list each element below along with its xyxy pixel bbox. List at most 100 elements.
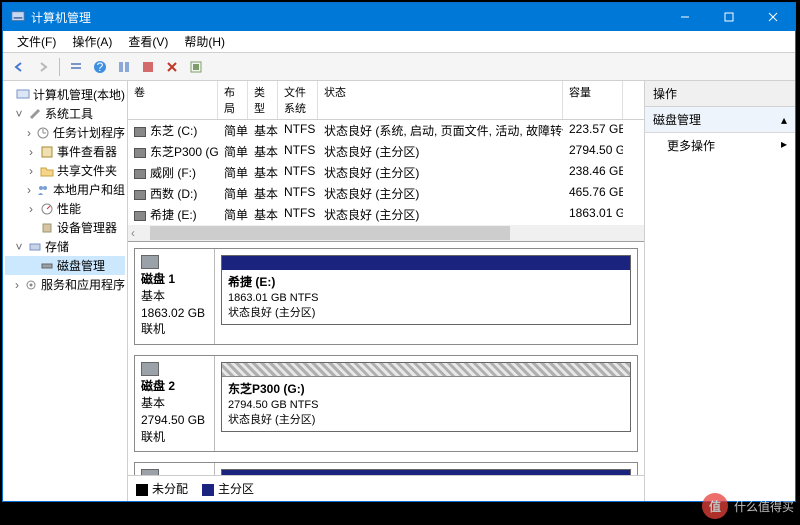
volume-layout: 简单	[218, 121, 248, 140]
perf-icon	[40, 202, 54, 216]
disk-icon	[40, 259, 54, 273]
volume-name: 东芝 (C:)	[150, 124, 197, 138]
col-status[interactable]: 状态	[318, 81, 563, 119]
disk-info: 磁盘 3基本465.76 GB联机	[135, 463, 215, 475]
tree-label: 服务和应用程序	[41, 276, 125, 293]
volume-icon	[134, 127, 146, 137]
partition-text: 希捷 (E:)1863.01 GB NTFS状态良好 (主分区)	[222, 270, 630, 325]
volume-row[interactable]: 希捷 (E:)简单基本NTFS状态良好 (主分区)1863.01 GB	[128, 204, 644, 225]
volume-capacity: 1863.01 GB	[563, 205, 623, 224]
refresh-icon[interactable]	[114, 57, 134, 77]
tree-root[interactable]: 计算机管理(本地)	[5, 85, 125, 104]
h-scrollbar[interactable]: ‹	[128, 225, 644, 241]
tree-system-tools[interactable]: ˅系统工具	[5, 104, 125, 123]
col-fs[interactable]: 文件系统	[278, 81, 318, 119]
partition-text: 东芝P300 (G:)2794.50 GB NTFS状态良好 (主分区)	[222, 377, 630, 432]
partition-bar	[222, 363, 630, 377]
disk-label: 磁盘 1	[141, 271, 208, 288]
tree-local-users[interactable]: ›本地用户和组	[5, 180, 125, 199]
delete-icon[interactable]	[162, 57, 182, 77]
computer-icon	[16, 88, 30, 102]
disk-icon	[141, 255, 159, 269]
tree-label: 任务计划程序	[53, 124, 125, 141]
actions-more[interactable]: 更多操作▸	[645, 133, 795, 158]
partition[interactable]: 东芝P300 (G:)2794.50 GB NTFS状态良好 (主分区)	[221, 362, 631, 432]
disk-icon	[141, 362, 159, 376]
volume-row[interactable]: 东芝 (C:)简单基本NTFS状态良好 (系统, 启动, 页面文件, 活动, 故…	[128, 120, 644, 141]
svg-text:?: ?	[97, 60, 104, 74]
volume-fs: NTFS	[278, 121, 318, 140]
window-title: 计算机管理	[31, 9, 663, 26]
disk-size: 1863.02 GB	[141, 305, 208, 322]
disk-label: 磁盘 2	[141, 378, 208, 395]
tree-label: 计算机管理(本地)	[33, 86, 125, 103]
volume-name: 威刚 (F:)	[150, 166, 196, 180]
tree-disk-management[interactable]: 磁盘管理	[5, 256, 125, 275]
tree-performance[interactable]: ›性能	[5, 199, 125, 218]
volume-header[interactable]: 卷 布局 类型 文件系统 状态 容量	[128, 81, 644, 120]
disk-row[interactable]: 磁盘 1基本1863.02 GB联机希捷 (E:)1863.01 GB NTFS…	[134, 248, 638, 345]
toolbar: ?	[3, 53, 795, 81]
menu-action[interactable]: 操作(A)	[64, 31, 120, 52]
maximize-button[interactable]	[707, 3, 751, 31]
tree-label: 性能	[57, 200, 81, 217]
menu-view[interactable]: 查看(V)	[120, 31, 176, 52]
col-type[interactable]: 类型	[248, 81, 278, 119]
disk-info: 磁盘 2基本2794.50 GB联机	[135, 356, 215, 451]
partition[interactable]: 希捷 (E:)1863.01 GB NTFS状态良好 (主分区)	[221, 255, 631, 325]
users-icon	[36, 183, 50, 197]
tree-event-viewer[interactable]: ›事件查看器	[5, 142, 125, 161]
watermark: 值 什么值得买	[702, 493, 794, 519]
volume-row[interactable]: 威刚 (F:) 简单基本NTFS状态良好 (主分区)238.46 GB	[128, 162, 644, 183]
minimize-button[interactable]	[663, 3, 707, 31]
disk-row[interactable]: 磁盘 2基本2794.50 GB联机东芝P300 (G:)2794.50 GB …	[134, 355, 638, 452]
disk-graphical-view[interactable]: 磁盘 1基本1863.02 GB联机希捷 (E:)1863.01 GB NTFS…	[128, 242, 644, 475]
volume-type: 基本	[248, 163, 278, 182]
actions-section[interactable]: 磁盘管理▴	[645, 107, 795, 133]
tree-shared-folders[interactable]: ›共享文件夹	[5, 161, 125, 180]
volume-layout: 简单	[218, 184, 248, 203]
volume-status: 状态良好 (主分区)	[318, 163, 563, 182]
col-layout[interactable]: 布局	[218, 81, 248, 119]
disk-info: 磁盘 1基本1863.02 GB联机	[135, 249, 215, 344]
volume-fs: NTFS	[278, 142, 318, 161]
help-icon[interactable]: ?	[90, 57, 110, 77]
disk-kind: 基本	[141, 288, 208, 305]
disk-row[interactable]: 磁盘 3基本465.76 GB联机西数 (D:)465.76 GB NTFS状态…	[134, 462, 638, 475]
col-volume[interactable]: 卷	[128, 81, 218, 119]
watermark-text: 什么值得买	[734, 498, 794, 515]
title-bar[interactable]: 计算机管理	[3, 3, 795, 31]
forward-button[interactable]	[33, 57, 53, 77]
volume-capacity: 238.46 GB	[563, 163, 623, 182]
col-capacity[interactable]: 容量	[563, 81, 623, 119]
volume-row[interactable]: 西数 (D:)简单基本NTFS状态良好 (主分区)465.76 GB	[128, 183, 644, 204]
legend-swatch-unallocated	[136, 484, 148, 496]
tree-label: 本地用户和组	[53, 181, 125, 198]
volume-layout: 简单	[218, 163, 248, 182]
volume-fs: NTFS	[278, 163, 318, 182]
actions-header: 操作	[645, 81, 795, 107]
menu-help[interactable]: 帮助(H)	[176, 31, 233, 52]
save-icon[interactable]	[138, 57, 158, 77]
volume-row[interactable]: 东芝P300 (G:)简单基本NTFS状态良好 (主分区)2794.50 GB	[128, 141, 644, 162]
view-button[interactable]	[66, 57, 86, 77]
tree-device-manager[interactable]: 设备管理器	[5, 218, 125, 237]
close-button[interactable]	[751, 3, 795, 31]
tree-task-scheduler[interactable]: ›任务计划程序	[5, 123, 125, 142]
folder-icon	[40, 164, 54, 178]
tree-label: 存储	[45, 238, 69, 255]
tree-storage[interactable]: ˅存储	[5, 237, 125, 256]
back-button[interactable]	[9, 57, 29, 77]
tree-label: 设备管理器	[57, 219, 117, 236]
tree-services-apps[interactable]: ›服务和应用程序	[5, 275, 125, 294]
volume-icon	[134, 148, 146, 158]
legend: 未分配 主分区	[128, 475, 644, 501]
volume-type: 基本	[248, 142, 278, 161]
app-window: 计算机管理 文件(F) 操作(A) 查看(V) 帮助(H) ? 计算机管理(本地…	[2, 2, 796, 502]
nav-tree[interactable]: 计算机管理(本地) ˅系统工具 ›任务计划程序 ›事件查看器 ›共享文件夹 ›本…	[3, 81, 128, 501]
device-icon	[40, 221, 54, 235]
menu-file[interactable]: 文件(F)	[9, 31, 64, 52]
volume-list[interactable]: 卷 布局 类型 文件系统 状态 容量 东芝 (C:)简单基本NTFS状态良好 (…	[128, 81, 644, 242]
properties-icon[interactable]	[186, 57, 206, 77]
volume-capacity: 2794.50 GB	[563, 142, 623, 161]
